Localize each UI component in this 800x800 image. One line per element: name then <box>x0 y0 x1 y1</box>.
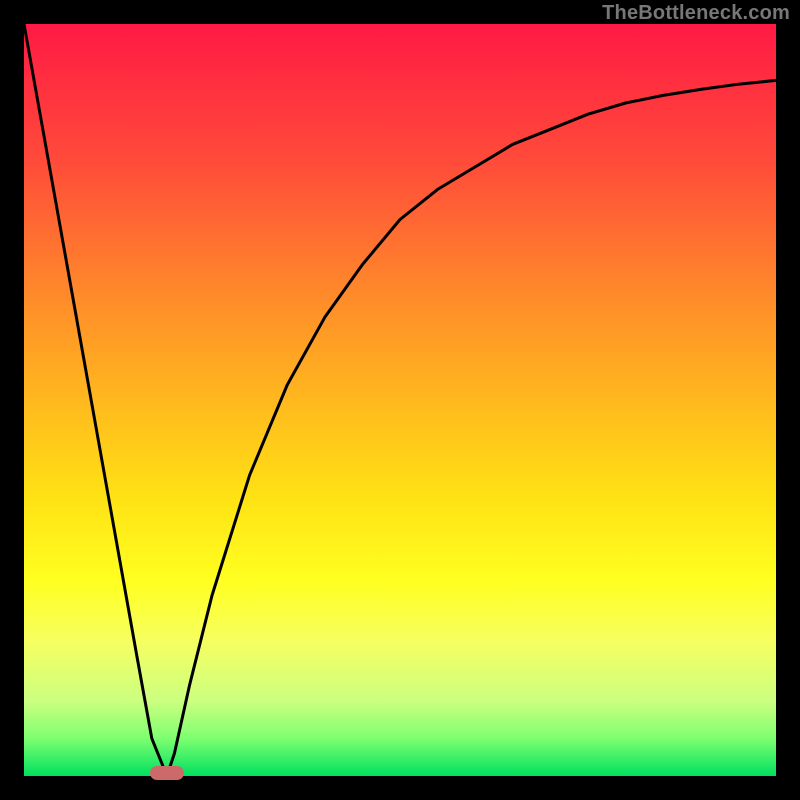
chart-frame: TheBottleneck.com <box>0 0 800 800</box>
watermark-text: TheBottleneck.com <box>602 2 790 25</box>
optimal-marker <box>150 766 184 780</box>
curve-line <box>24 24 776 776</box>
bottleneck-curve <box>24 24 776 776</box>
plot-area <box>24 24 776 776</box>
